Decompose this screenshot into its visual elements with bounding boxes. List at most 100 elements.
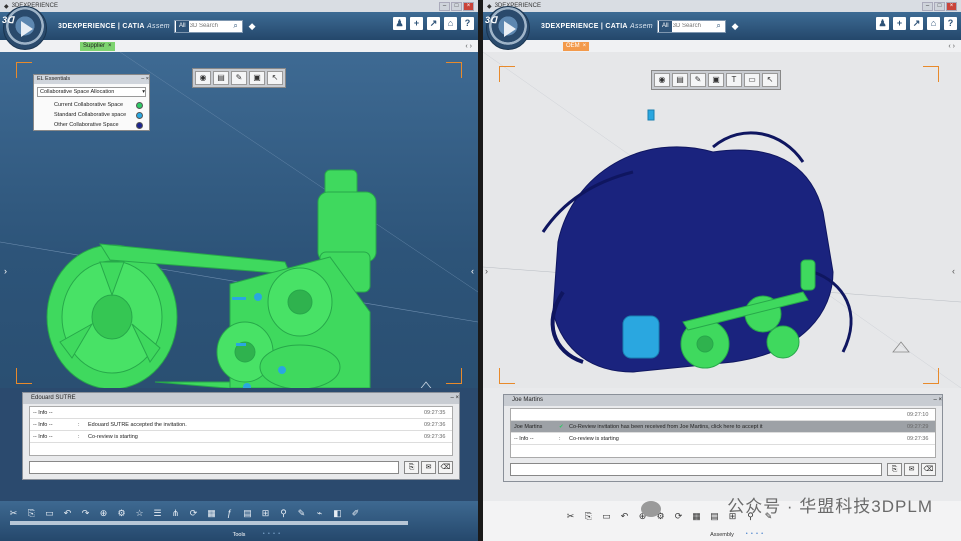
chat-log[interactable]: -- Info -- 09:27:35 -- Info --: Edouard SU… — [29, 406, 453, 456]
tab-supplier[interactable]: Supplier × — [80, 41, 115, 51]
pin-icon[interactable]: ⚲ — [276, 506, 291, 521]
pen-icon[interactable]: ✎ — [690, 73, 706, 87]
chat-title: Edouard SUTRE — [31, 395, 76, 401]
close-button[interactable]: × — [946, 1, 957, 11]
left-expand-arrow[interactable]: › — [485, 266, 488, 276]
star-icon[interactable]: ☆ — [132, 506, 147, 521]
tab-nav-arrows[interactable]: ‹ › — [948, 43, 955, 50]
filter-icon[interactable]: ⌁ — [312, 506, 327, 521]
grid-icon[interactable]: ▦ — [204, 506, 219, 521]
paste-icon[interactable]: ▭ — [42, 506, 57, 521]
cursor-icon[interactable]: ↖ — [762, 73, 778, 87]
top-right-toolbar: ♟ + ↗ ⌂ ? — [876, 17, 957, 30]
window-icon[interactable]: ▭ — [744, 73, 760, 87]
measure-icon[interactable]: ⊞ — [258, 506, 273, 521]
search-scope-dropdown[interactable]: All — [175, 20, 189, 32]
maximize-button[interactable]: □ — [451, 1, 462, 11]
text-icon[interactable]: T — [726, 73, 742, 87]
attach-icon[interactable]: ⎘ — [887, 463, 902, 476]
attach-icon[interactable]: ⎘ — [404, 461, 419, 474]
chat-message: -- Info --: Edouard SUTRE accepted the in… — [30, 419, 452, 431]
chat-log[interactable]: 09:27:10 Joe Martins ✔ Co-Review invitatio… — [510, 408, 936, 458]
home-icon[interactable]: ⌂ — [444, 17, 457, 30]
pen-icon[interactable]: ✎ — [231, 71, 247, 85]
globe-icon[interactable]: ⊕ — [96, 506, 111, 521]
allocation-dropdown[interactable]: Collaborative Space Allocation ▾ — [37, 87, 146, 97]
table-icon[interactable]: ▤ — [707, 509, 722, 524]
floating-toolbar: ◉ ▤ ✎ ▣ ↖ — [192, 68, 286, 88]
search-icon[interactable]: ⌕ — [713, 21, 725, 31]
close-icon[interactable]: – × — [141, 75, 149, 84]
brush-icon[interactable]: ✐ — [348, 506, 363, 521]
mail-icon[interactable]: ✉ — [421, 461, 436, 474]
minimize-button[interactable]: – — [922, 1, 933, 11]
paste-icon[interactable]: ▭ — [599, 509, 614, 524]
right-expand-arrow[interactable]: ‹ — [952, 266, 955, 276]
page-dots[interactable]: • • • • — [263, 531, 281, 537]
user-icon[interactable]: ♟ — [393, 17, 406, 30]
marker-icon[interactable]: ✎ — [294, 506, 309, 521]
share-icon[interactable]: ↗ — [427, 17, 440, 30]
paint-icon[interactable]: ◧ — [330, 506, 345, 521]
chat-input[interactable] — [29, 461, 399, 474]
panel-close-icon[interactable]: – × — [450, 393, 459, 404]
panel-close-icon[interactable]: – × — [933, 395, 942, 406]
sync-icon[interactable]: ⟳ — [186, 506, 201, 521]
select-icon[interactable]: ▣ — [249, 71, 265, 85]
minimize-button[interactable]: – — [439, 1, 450, 11]
table-icon[interactable]: ▤ — [240, 506, 255, 521]
copy-icon[interactable]: ⎘ — [581, 509, 596, 524]
plus-icon[interactable]: + — [410, 17, 423, 30]
help-icon[interactable]: ? — [461, 17, 474, 30]
page-dots[interactable]: • • • • — [746, 531, 764, 537]
tag-icon[interactable]: ◆ — [249, 21, 256, 32]
tab-bar: Supplier × ‹ › — [0, 40, 478, 52]
redo-icon[interactable]: ↷ — [78, 506, 93, 521]
3d-viewport[interactable]: ◉ ▤ ✎ ▣ T ▭ ↖ › ‹ — [483, 52, 961, 388]
tab-oem[interactable]: OEM × — [563, 41, 590, 51]
plus-icon[interactable]: + — [893, 17, 906, 30]
help-icon[interactable]: ? — [944, 17, 957, 30]
grid-icon[interactable]: ▦ — [689, 509, 704, 524]
left-expand-arrow[interactable]: › — [4, 266, 7, 276]
close-button[interactable]: × — [463, 1, 474, 11]
compass-button[interactable] — [3, 6, 47, 50]
close-tab-icon[interactable]: × — [108, 43, 112, 49]
trash-icon[interactable]: ▤ — [672, 73, 688, 87]
copy-icon[interactable]: ⎘ — [24, 506, 39, 521]
camera-icon[interactable]: ◉ — [654, 73, 670, 87]
viewport-corner-br — [923, 368, 939, 384]
formula-icon[interactable]: ƒ — [222, 506, 237, 521]
mail-icon[interactable]: ✉ — [904, 463, 919, 476]
search-input[interactable] — [189, 23, 230, 29]
cut-icon[interactable]: ✂ — [6, 506, 21, 521]
share-icon[interactable]: ↗ — [910, 17, 923, 30]
home-icon[interactable]: ⌂ — [927, 17, 940, 30]
action-bar-scrollbar[interactable] — [10, 521, 408, 525]
undo-icon[interactable]: ↶ — [60, 506, 75, 521]
undo-icon[interactable]: ↶ — [617, 509, 632, 524]
eraser-icon[interactable]: ⌫ — [438, 461, 453, 474]
right-expand-arrow[interactable]: ‹ — [471, 266, 474, 276]
user-icon[interactable]: ♟ — [876, 17, 889, 30]
cursor-icon[interactable]: ↖ — [267, 71, 283, 85]
trash-icon[interactable]: ▤ — [213, 71, 229, 85]
compass-button[interactable] — [486, 6, 530, 50]
list-icon[interactable]: ☰ — [150, 506, 165, 521]
tag-icon[interactable]: ◆ — [732, 21, 739, 32]
maximize-button[interactable]: □ — [934, 1, 945, 11]
search-icon[interactable]: ⌕ — [230, 21, 242, 31]
close-tab-icon[interactable]: × — [583, 43, 587, 49]
camera-icon[interactable]: ◉ — [195, 71, 211, 85]
chat-input[interactable] — [510, 463, 882, 476]
tree-icon[interactable]: ⋔ — [168, 506, 183, 521]
tab-nav-arrows[interactable]: ‹ › — [465, 43, 472, 50]
eraser-icon[interactable]: ⌫ — [921, 463, 936, 476]
search-input[interactable] — [672, 23, 713, 29]
chat-message-invitation[interactable]: Joe Martins ✔ Co-Review invitation has bee… — [511, 421, 935, 433]
network-icon[interactable]: ⚙ — [114, 506, 129, 521]
search-scope-dropdown[interactable]: All — [658, 20, 672, 32]
select-icon[interactable]: ▣ — [708, 73, 724, 87]
sync-icon[interactable]: ⟳ — [671, 509, 686, 524]
cut-icon[interactable]: ✂ — [563, 509, 578, 524]
